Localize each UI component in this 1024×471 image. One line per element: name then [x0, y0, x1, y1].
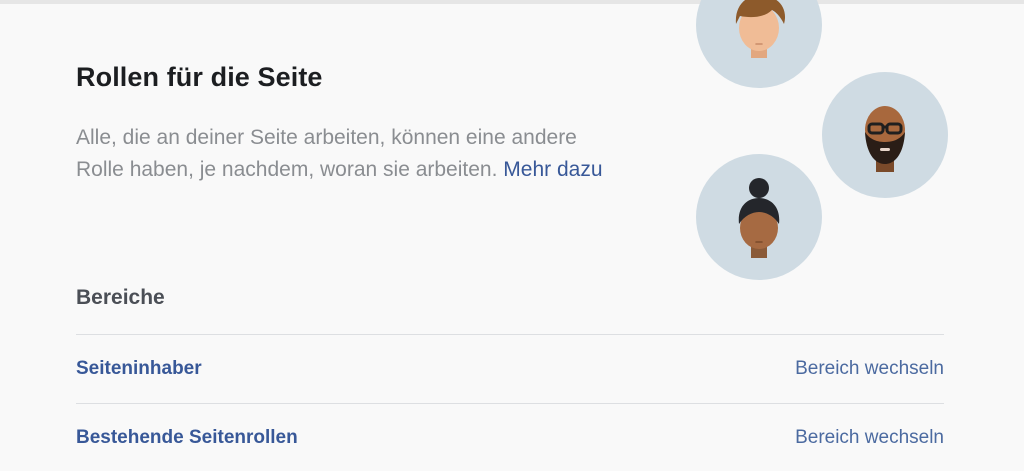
person-with-beard-and-glasses-icon: [822, 72, 948, 198]
role-name-existing-page-roles[interactable]: Bestehende Seitenrollen: [76, 427, 298, 449]
switch-section-button[interactable]: Bereich wechseln: [795, 427, 944, 449]
roles-description-text: Alle, die an deiner Seite arbeiten, könn…: [76, 126, 577, 181]
page-roles-panel: Rollen für die Seite Alle, die an deiner…: [0, 0, 1024, 471]
divider: [76, 334, 944, 335]
roles-description: Alle, die an deiner Seite arbeiten, könn…: [76, 122, 616, 186]
role-row-page-owner: Seiteninhaber Bereich wechseln: [76, 349, 944, 389]
role-name-page-owner[interactable]: Seiteninhaber: [76, 358, 202, 380]
learn-more-link[interactable]: Mehr dazu: [503, 158, 602, 181]
switch-section-button[interactable]: Bereich wechseln: [795, 358, 944, 380]
person-with-hair-bun-icon: [696, 154, 822, 280]
person-with-brown-hair-icon: [696, 0, 822, 88]
sections-heading: Bereiche: [76, 286, 165, 309]
role-row-existing-page-roles: Bestehende Seitenrollen Bereich wechseln: [76, 418, 944, 458]
page-title: Rollen für die Seite: [76, 62, 323, 92]
divider: [76, 403, 944, 404]
